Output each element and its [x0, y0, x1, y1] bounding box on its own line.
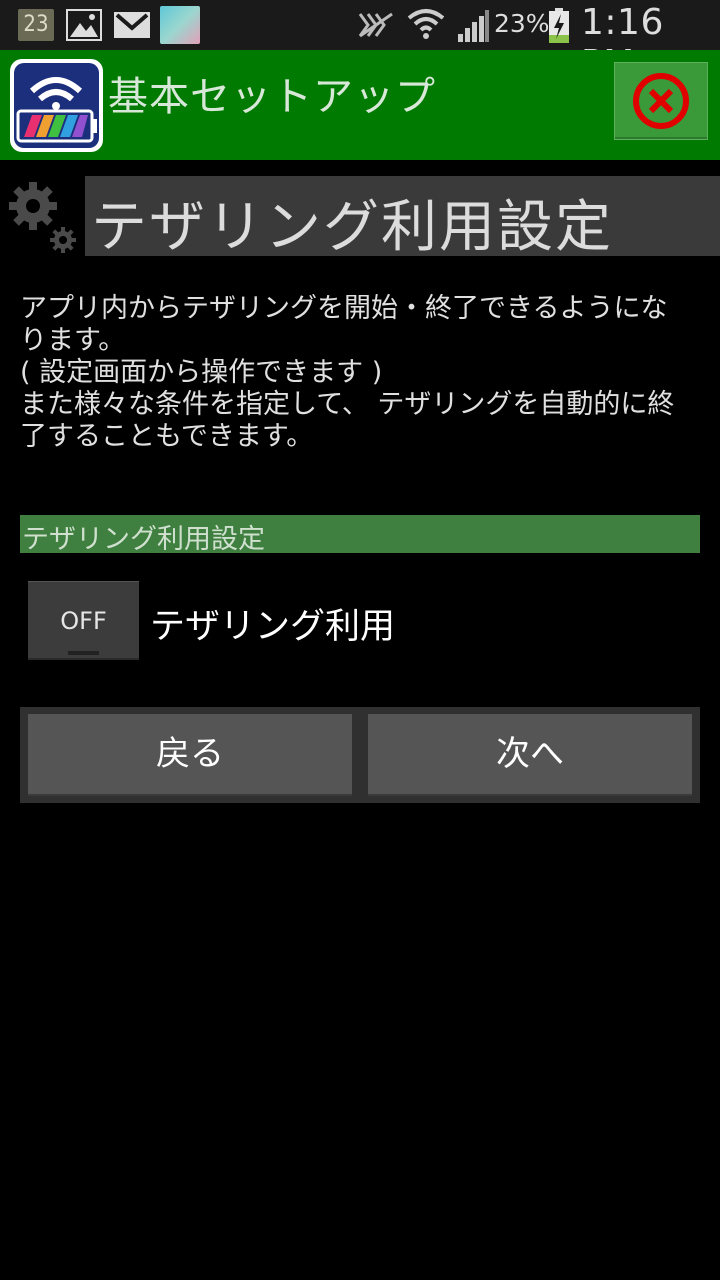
back-button[interactable]: 戻る — [28, 714, 352, 796]
button-bar: 戻る 次へ — [20, 707, 700, 803]
status-bar: 23 23% 1:16 PM — [0, 0, 720, 84]
heading-banner: テザリング利用設定 — [85, 176, 720, 260]
battery-percent: 23% — [494, 9, 550, 38]
app-thumbnail-icon — [160, 6, 200, 44]
title-bar: 基本セットアップ — [0, 50, 720, 160]
gear-icon — [9, 182, 76, 253]
gallery-icon — [66, 9, 102, 41]
calendar-icon: 23 — [18, 9, 54, 41]
toggle-indicator — [68, 651, 99, 655]
description-line: アプリ内からテザリングを開始・終了できるようにな — [20, 293, 668, 324]
tethering-app-icon — [10, 59, 103, 152]
nfc-icon — [358, 12, 393, 38]
description-line: 了することもできます。 — [20, 421, 314, 452]
close-icon — [633, 73, 689, 129]
section-header-label: テザリング利用設定 — [22, 524, 265, 555]
page-title: 基本セットアップ — [108, 74, 436, 120]
section-header: テザリング利用設定 — [20, 515, 700, 555]
toggle-state-label: OFF — [60, 607, 107, 635]
tethering-toggle[interactable]: OFF — [28, 581, 139, 660]
next-button[interactable]: 次へ — [368, 714, 692, 796]
close-button[interactable] — [614, 62, 708, 140]
signal-icon — [458, 10, 489, 42]
toggle-label: テザリング利用 — [150, 607, 396, 647]
description-line: ります。 — [20, 325, 126, 356]
wifi-icon — [407, 9, 445, 39]
battery-charging-icon — [549, 8, 569, 43]
heading-title: テザリング利用設定 — [91, 195, 613, 260]
description-line: また様々な条件を指定して、 テザリングを自動的に終 — [20, 389, 675, 420]
description: アプリ内からテザリングを開始・終了できるようにな ります。 ( 設定画面から操作… — [20, 293, 710, 453]
description-line: ( 設定画面から操作できます ) — [20, 357, 383, 388]
gmail-icon — [114, 12, 150, 38]
